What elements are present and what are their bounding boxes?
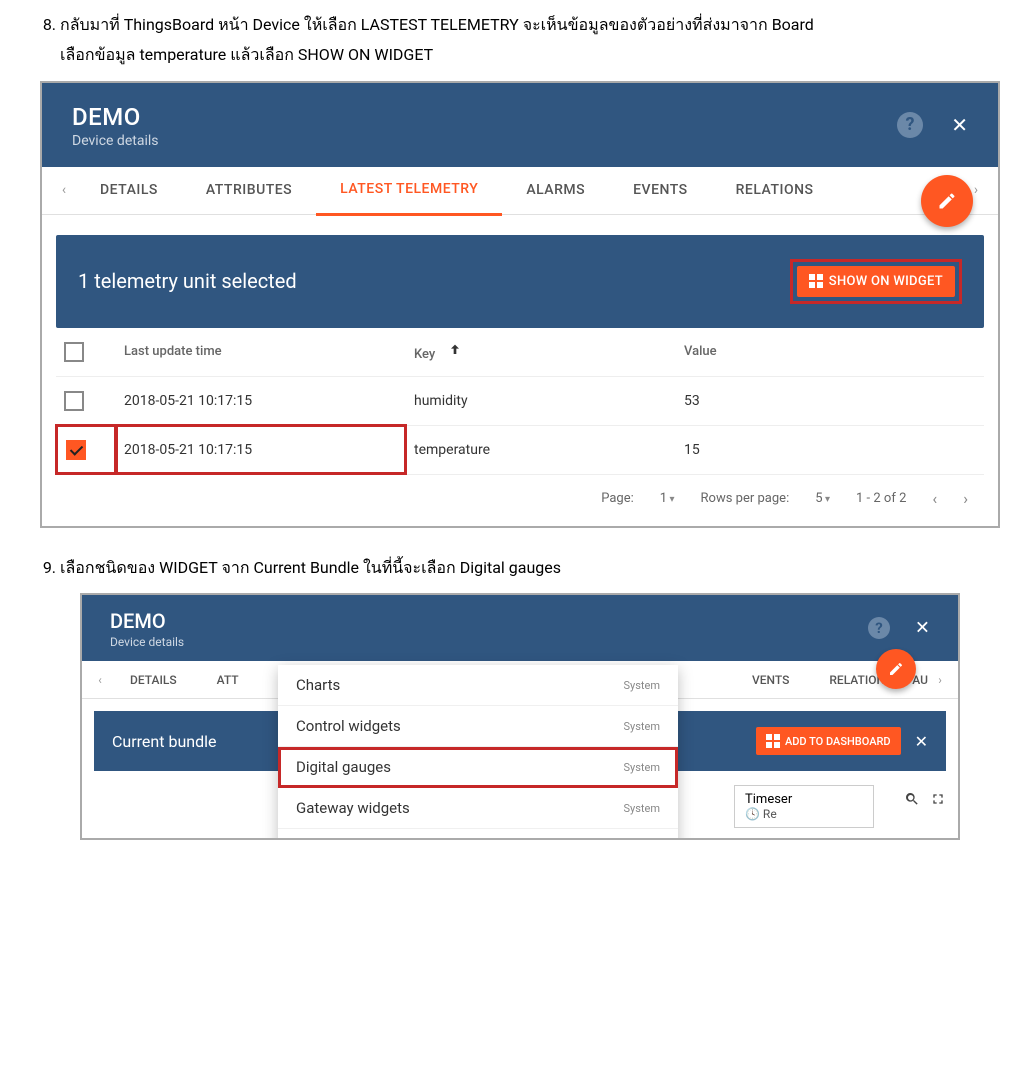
screenshot-telemetry: DEMO Device details ? ✕ ‹ DETAILS ATTRIB…: [40, 81, 1000, 528]
tab-events[interactable]: EVENTS: [609, 166, 712, 214]
step-8: กลับมาที่ ThingsBoard หน้า Device ให้เลื…: [60, 10, 1002, 71]
edit-fab[interactable]: [921, 175, 973, 227]
pagination: Page: 1 Rows per page: 5 1 - 2 of 2 ‹ ›: [42, 475, 998, 526]
page-range: 1 - 2 of 2: [856, 491, 906, 506]
cell-value: 53: [676, 376, 984, 425]
cell-key: humidity: [406, 376, 676, 425]
tab-events-cut[interactable]: VENTS: [732, 661, 809, 699]
tabs-left-arrow[interactable]: ‹: [90, 673, 110, 687]
tab-attributes-cut[interactable]: ATT: [197, 661, 259, 699]
col-key[interactable]: Key: [406, 328, 676, 377]
panel-title: DEMO: [110, 609, 930, 633]
timeseries-title: Timeser: [745, 792, 863, 807]
rows-per-page-select[interactable]: 5: [815, 491, 830, 506]
tab-latest-telemetry[interactable]: LATEST TELEMETRY: [316, 165, 502, 216]
sort-up-icon: [447, 342, 463, 362]
panel-header: DEMO Device details ? ✕: [82, 595, 958, 661]
tabs-right-arrow[interactable]: ›: [930, 673, 950, 687]
page-label: Page:: [601, 491, 634, 506]
table-row[interactable]: 2018-05-21 10:17:15 temperature 15: [56, 425, 984, 474]
cell-time: 2018-05-21 10:17:15: [116, 425, 406, 474]
bundle-option-gpio-widgets[interactable]: GPIO widgets System: [278, 829, 678, 840]
step8-line2: เลือกข้อมูล temperature แล้วเลือก SHOW O…: [60, 45, 433, 64]
edit-fab[interactable]: [876, 649, 916, 689]
tab-relations[interactable]: RELATIONS: [712, 166, 838, 214]
cell-value: 15: [676, 425, 984, 474]
select-all-checkbox[interactable]: [64, 342, 84, 362]
close-icon[interactable]: ✕: [951, 113, 968, 137]
table-row[interactable]: 2018-05-21 10:17:15 humidity 53: [56, 376, 984, 425]
rows-per-page-label: Rows per page:: [701, 491, 790, 506]
screenshot-bundle: DEMO Device details ? ✕ ‹ DETAILS ATT VE…: [80, 593, 960, 840]
bundle-option-digital-gauges[interactable]: Digital gauges System: [278, 747, 678, 788]
close-selection-icon[interactable]: ✕: [915, 732, 928, 751]
row-checkbox-checked[interactable]: [66, 440, 86, 460]
dashboard-icon: [809, 274, 823, 288]
show-on-widget-highlight: SHOW ON WIDGET: [790, 259, 962, 304]
selection-bar: 1 telemetry unit selected SHOW ON WIDGET: [56, 235, 984, 328]
tabs-bar: ‹ DETAILS ATTRIBUTES LATEST TELEMETRY AL…: [42, 167, 998, 215]
cell-time: 2018-05-21 10:17:15: [116, 376, 406, 425]
add-to-dashboard-label: ADD TO DASHBOARD: [785, 735, 891, 748]
panel-subtitle: Device details: [110, 635, 930, 649]
telemetry-table: Last update time Key Value 2018-05-21 10…: [56, 328, 984, 475]
fullscreen-icon[interactable]: [930, 791, 946, 811]
show-on-widget-button[interactable]: SHOW ON WIDGET: [797, 266, 955, 297]
close-icon[interactable]: ✕: [915, 618, 930, 639]
prev-page-button[interactable]: ‹: [932, 489, 937, 508]
col-value[interactable]: Value: [676, 328, 984, 377]
selection-count: 1 telemetry unit selected: [78, 269, 297, 293]
next-page-button[interactable]: ›: [963, 489, 968, 508]
step9-text: เลือกชนิดของ WIDGET จาก Current Bundle ใ…: [60, 558, 561, 577]
tab-details[interactable]: DETAILS: [110, 661, 197, 699]
step-9: เลือกชนิดของ WIDGET จาก Current Bundle ใ…: [60, 553, 1002, 583]
help-icon[interactable]: ?: [897, 112, 923, 138]
tab-alarms[interactable]: ALARMS: [502, 166, 609, 214]
bundle-option-gateway-widgets[interactable]: Gateway widgets System: [278, 788, 678, 829]
show-on-widget-label: SHOW ON WIDGET: [829, 274, 943, 289]
page-select[interactable]: 1: [660, 491, 675, 506]
help-icon[interactable]: ?: [868, 617, 890, 639]
realtime-label: 🕓 Re: [745, 807, 863, 821]
bundle-dropdown[interactable]: Charts System Control widgets System Dig…: [278, 665, 678, 840]
tab-attributes[interactable]: ATTRIBUTES: [182, 166, 316, 214]
bundle-option-control-widgets[interactable]: Control widgets System: [278, 706, 678, 747]
step8-line1: กลับมาที่ ThingsBoard หน้า Device ให้เลื…: [60, 15, 814, 34]
col-last-update[interactable]: Last update time: [116, 328, 406, 377]
bundle-option-charts[interactable]: Charts System: [278, 665, 678, 706]
add-to-dashboard-button[interactable]: ADD TO DASHBOARD: [756, 727, 901, 755]
tab-details[interactable]: DETAILS: [76, 166, 182, 214]
panel-header: DEMO Device details ? ✕: [42, 83, 998, 167]
panel-subtitle: Device details: [72, 133, 968, 149]
timeseries-card[interactable]: Timeser 🕓 Re: [734, 785, 874, 828]
cell-key: temperature: [406, 425, 676, 474]
current-bundle-label: Current bundle: [112, 732, 217, 751]
dashboard-icon: [766, 734, 780, 748]
search-icon[interactable]: [904, 791, 920, 811]
row-checkbox[interactable]: [64, 391, 84, 411]
panel-title: DEMO: [72, 103, 968, 131]
tabs-left-arrow[interactable]: ‹: [52, 182, 76, 198]
